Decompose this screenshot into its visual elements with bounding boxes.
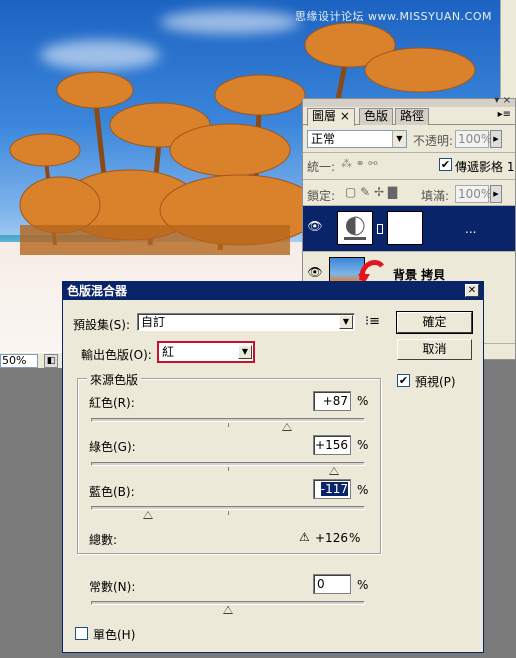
green-channel-input[interactable]: +156 — [313, 435, 351, 455]
tab-close-icon[interactable]: × — [340, 109, 350, 123]
layer-name: ... — [465, 222, 477, 236]
fill-arrow-icon[interactable]: ▶ — [490, 185, 502, 203]
lock-label: 鎖定: — [307, 189, 336, 203]
blend-mode-value: 正常 — [311, 132, 336, 146]
constant-unit: % — [357, 578, 369, 592]
monochrome-label: 單色(H) — [93, 628, 136, 642]
warning-icon: ⚠ — [299, 530, 310, 544]
panel-menu-icon[interactable]: ▸≡ — [498, 109, 511, 120]
preset-select[interactable]: 自訂 ▼ — [137, 313, 355, 331]
constant-label: 常數(N): — [89, 580, 136, 594]
chevron-down-icon: ▼ — [238, 345, 252, 359]
watermark: 思缘设计论坛 www.MISSYUAN.COM — [294, 10, 492, 23]
tab-layers[interactable]: 圖層 × — [307, 108, 355, 126]
output-channel-select[interactable]: 紅 ▼ — [157, 341, 255, 363]
fill-label: 填滿: — [421, 189, 450, 203]
zoom-field[interactable]: 50% — [0, 354, 38, 368]
panel-close-icon[interactable]: ▾ × — [494, 95, 511, 106]
tab-channels-label: 色版 — [364, 109, 389, 123]
monochrome-checkbox[interactable] — [75, 627, 88, 640]
total-value: +126 — [315, 531, 348, 545]
eye-icon[interactable]: 👁 — [305, 219, 325, 237]
unify-label: 統一: — [307, 160, 336, 174]
green-channel-track[interactable] — [91, 462, 365, 475]
tab-paths[interactable]: 路徑 — [395, 108, 430, 125]
ok-button[interactable]: 確定 — [396, 311, 473, 334]
red-channel-slider-handle[interactable] — [282, 423, 293, 431]
divider — [303, 179, 515, 180]
constant-input[interactable]: 0 — [313, 574, 351, 594]
red-channel-track[interactable] — [91, 418, 365, 431]
preset-options-icon[interactable]: ⁝≡ — [365, 314, 380, 329]
layer-row-adjustment[interactable]: 👁 ... — [303, 205, 515, 251]
chain-link-icon[interactable] — [377, 224, 383, 234]
tab-layers-label: 圖層 — [312, 109, 337, 123]
output-channel-value: 紅 — [162, 345, 175, 359]
blue-channel-unit: % — [357, 483, 369, 497]
opacity-label: 不透明: — [413, 134, 454, 148]
constant-track[interactable] — [91, 601, 365, 614]
red-channel-unit: % — [357, 394, 369, 408]
output-channel-label: 輸出色版(O): — [81, 348, 152, 362]
unify-icons[interactable]: ⁂ ⚭ ⚯ — [341, 157, 377, 170]
constant-slider-handle[interactable] — [223, 606, 233, 614]
chevron-down-icon: ▼ — [392, 131, 406, 147]
cancel-button[interactable]: 取消 — [397, 339, 472, 360]
opacity-field[interactable]: 100% — [455, 130, 492, 148]
close-icon[interactable]: ✕ — [465, 284, 479, 297]
dialog-titlebar[interactable]: 色版混合器 ✕ — [63, 282, 483, 300]
red-channel-label: 紅色(R): — [89, 396, 135, 410]
divider — [303, 152, 515, 153]
red-curved-arrow-icon — [358, 260, 384, 284]
blue-channel-track[interactable] — [91, 506, 365, 519]
total-unit: % — [349, 531, 361, 545]
green-channel-unit: % — [357, 438, 369, 452]
red-channel-input[interactable]: +87 — [313, 391, 351, 411]
blue-channel-label: 藍色(B): — [89, 485, 135, 499]
preset-value: 自訂 — [141, 315, 166, 329]
blend-mode-select[interactable]: 正常 ▼ — [307, 130, 407, 148]
green-channel-slider-handle[interactable] — [329, 467, 340, 475]
propagate-frame-checkbox[interactable]: ✔ — [439, 158, 452, 171]
total-label: 總數: — [89, 533, 118, 547]
preset-label: 預設集(S): — [73, 318, 131, 332]
opacity-arrow-icon[interactable]: ▶ — [490, 130, 502, 148]
preview-checkbox[interactable]: ✔ — [397, 374, 410, 387]
tab-channels[interactable]: 色版 — [359, 108, 394, 125]
green-channel-label: 綠色(G): — [89, 440, 136, 454]
lock-icons[interactable]: ▢ ✎ ✢ ▇ — [345, 185, 397, 199]
blue-channel-input[interactable]: -117 — [313, 479, 351, 499]
tab-paths-label: 路徑 — [400, 109, 425, 123]
channel-mixer-dialog: 色版混合器 ✕ 預設集(S): 自訂 ▼ ⁝≡ 輸出色版(O): 紅 ▼ 確定 … — [62, 281, 484, 653]
propagate-label: 傳遞影格 1 — [455, 160, 515, 174]
panel-tabs: 圖層 × 色版 路徑 ▸≡ — [303, 107, 515, 126]
source-channels-title: 來源色版 — [87, 371, 142, 388]
status-menu-button[interactable]: ◧ — [44, 354, 58, 368]
blue-channel-slider-handle[interactable] — [143, 511, 154, 519]
chevron-down-icon: ▼ — [339, 315, 353, 329]
fill-field[interactable]: 100% — [455, 185, 492, 203]
dialog-title: 色版混合器 — [67, 284, 128, 298]
preview-label: 預視(P) — [415, 375, 456, 389]
adjustment-layer-thumbnail — [337, 211, 373, 245]
layer-mask-thumbnail — [387, 211, 423, 245]
panel-grip[interactable]: ▾ × — [303, 95, 515, 107]
